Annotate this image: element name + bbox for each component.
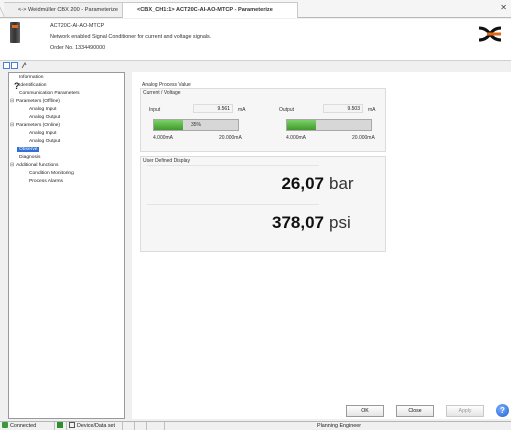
collapse-icon[interactable]: ⊟ [10,98,14,104]
output-unit: mA [368,107,376,113]
device-header: ACT20C-AI-AO-MTCP Network enabled Signal… [0,19,511,61]
device-description: Network enabled Signal Conditioner for c… [50,34,212,40]
device-data-set-status: Device/Data set [67,422,123,430]
tree-item-communication[interactable]: Communication Parameters [19,91,80,96]
status-slot [123,422,135,430]
pressure-bar-value: 26,07 [281,174,324,193]
analog-process-value-panel: Current / Voltage Input 9.561 mA 35% 4.0… [140,88,386,152]
tree-item-additional-functions[interactable]: Additional functions [16,163,58,168]
tree-item-information[interactable]: Information [19,75,43,80]
order-number: Order No. 1334490000 [50,45,106,51]
connection-status-label: Connected [10,423,37,429]
pressure-bar-unit: bar [329,174,354,193]
tab-act20c-parameterize[interactable]: <CBX_CH1:1> ACT20C-AI-AO-MTCP - Paramete… [122,2,298,18]
tab-cbx200[interactable]: <-> Weidmüller CBX 200 - Parameterize [4,2,122,17]
tree-item-parameters-online[interactable]: Parameters (Online) [16,123,60,128]
collapse-icon[interactable]: ⊟ [10,122,14,128]
output-min: 4.000mA [286,135,307,141]
user-defined-display-title: User Defined Display [143,158,190,164]
input-label: Input [149,107,161,113]
output-progress-bar [286,119,372,131]
collapse-icon[interactable]: ⊟ [10,162,14,168]
observe-panel: Analog Process Value Current / Voltage I… [132,72,511,419]
refresh-icon[interactable] [20,62,28,70]
ok-button[interactable]: OK [346,405,384,417]
sync-icon [57,422,63,428]
current-voltage-subtitle: Current / Voltage [143,90,181,96]
tree-item-identification[interactable]: Identification [19,83,46,88]
tab-strip: <-> Weidmüller CBX 200 - Parameterize <C… [0,0,511,18]
input-percent: 35% [190,122,201,128]
tree-item-condition-monitoring[interactable]: Condition Monitoring [29,171,74,176]
input-max: 20.000mA [219,135,242,141]
status-slot [135,422,147,430]
pressure-psi-unit: psi [329,213,351,232]
input-min: 4.000mA [153,135,174,141]
tree-item-parameters-offline[interactable]: Parameters (Offline) [16,99,60,104]
output-max: 20.000mA [352,135,375,141]
tree-item-process-alarms[interactable]: Process Alarms [29,179,63,184]
output-progress-fill [287,120,317,130]
tree-item-observe[interactable]: Observe [17,147,40,152]
navigation-tree: Information ? Identification Communicati… [8,72,125,419]
tree-item-diagnosis[interactable]: Diagnosis [19,155,40,160]
output-value: 9.503 [323,104,363,113]
output-label: Output [279,107,295,113]
input-value: 9.561 [193,104,233,113]
user-role-label: Planning Engineer [316,423,362,429]
close-icon[interactable]: ✕ [500,3,507,12]
layout-toggle-icon[interactable] [11,62,18,69]
toolbar [0,62,511,71]
status-slot [147,422,165,430]
status-bar: Connected Device/Data set Planning Engin… [0,421,511,430]
sync-status [55,422,67,430]
device-data-set-label: Device/Data set [77,423,116,429]
help-icon[interactable]: ? [496,404,509,417]
device-image [10,22,20,43]
tree-item-offline-analog-output[interactable]: Analog Output [29,115,60,120]
apply-button[interactable]: Apply [446,405,484,417]
divider [147,165,319,166]
tree-item-online-analog-input[interactable]: Analog Input [29,131,56,136]
device-data-icon [69,422,75,428]
device-model: ACT20C-AI-AO-MTCP [50,23,105,29]
close-button[interactable]: Close [396,405,434,417]
input-progress-bar: 35% [153,119,239,131]
view-toggle-icon[interactable] [3,62,10,69]
tree-item-online-analog-output[interactable]: Analog Output [29,139,60,144]
divider [147,204,319,205]
pressure-psi-value: 378,07 [272,213,324,232]
input-unit: mA [238,107,246,113]
weidmuller-logo-icon [478,26,502,42]
connection-status: Connected [0,422,55,430]
user-defined-display-panel: User Defined Display 26,07 bar 378,07 ps… [140,156,386,252]
connected-icon [2,422,8,428]
tree-item-offline-analog-input[interactable]: Analog Input [29,107,56,112]
